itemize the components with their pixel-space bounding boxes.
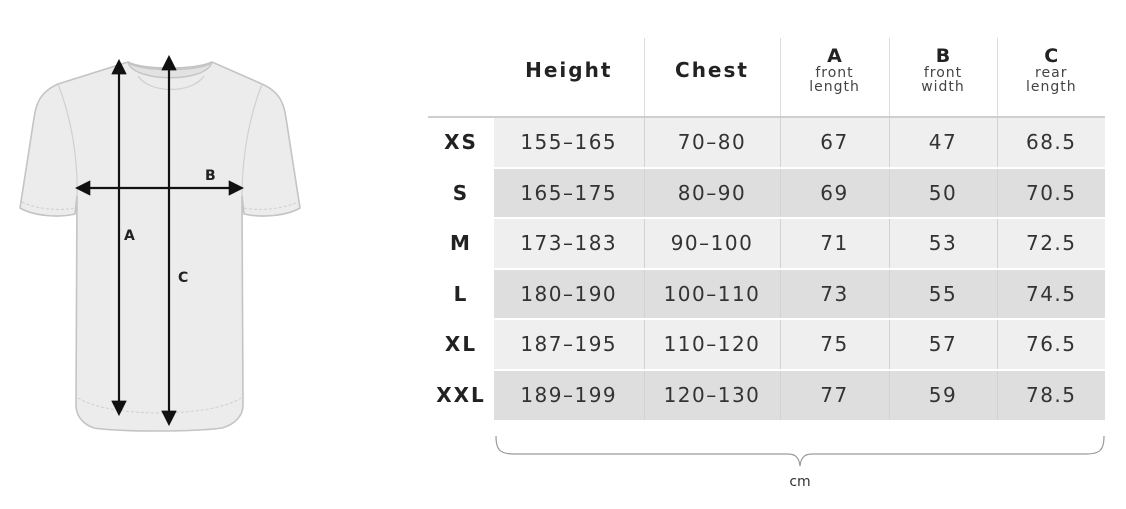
b-cell: 57 (888, 319, 997, 370)
table-row: XL 187–195 110–120 75 57 76.5 (428, 319, 1105, 370)
a-cell: 67 (779, 117, 889, 168)
size-cell: XS (428, 117, 494, 168)
c-cell: 68.5 (996, 117, 1105, 168)
a-cell: 75 (779, 319, 889, 370)
header-chest: Chest (643, 38, 780, 117)
c-cell: 78.5 (996, 369, 1105, 420)
height-cell: 173–183 (494, 218, 644, 269)
header-b: B front width (888, 38, 997, 117)
chest-cell: 80–90 (643, 167, 780, 218)
chest-cell: 90–100 (643, 218, 780, 269)
header-a-line2: length (809, 79, 860, 95)
header-size (428, 38, 494, 117)
header-height: Height (494, 38, 644, 117)
label-a: A (124, 228, 135, 244)
header-c-letter: C (1044, 45, 1059, 67)
a-cell: 77 (779, 369, 889, 420)
label-c: C (178, 270, 188, 286)
b-cell: 50 (888, 167, 997, 218)
size-cell: S (428, 167, 494, 218)
table-row: S 165–175 80–90 69 50 70.5 (428, 167, 1105, 218)
size-cell: XXL (428, 369, 494, 420)
table-row: L 180–190 100–110 73 55 74.5 (428, 268, 1105, 319)
a-cell: 71 (779, 218, 889, 269)
size-cell: L (428, 268, 494, 319)
header-c-line2: length (1025, 79, 1077, 95)
header-c-line1: rear (1035, 65, 1068, 81)
tshirt-illustration: A C B (19, 54, 301, 432)
header-a-letter: A (827, 45, 842, 67)
b-cell: 55 (888, 268, 997, 319)
chest-cell: 110–120 (643, 319, 780, 370)
header-b-line2: width (921, 79, 965, 95)
chest-cell: 70–80 (643, 117, 780, 168)
unit-label: cm (789, 474, 811, 490)
a-cell: 73 (779, 268, 889, 319)
c-cell: 72.5 (996, 218, 1105, 269)
height-cell: 165–175 (494, 167, 644, 218)
tshirt-body (19, 61, 301, 432)
label-b: B (205, 168, 216, 184)
c-cell: 76.5 (996, 319, 1105, 370)
table-row: XS 155–165 70–80 67 47 68.5 (428, 117, 1105, 168)
header-c: C rear length (996, 38, 1105, 117)
size-chart-table: Height Chest A front length B front widt… (428, 38, 1105, 420)
c-cell: 74.5 (996, 268, 1105, 319)
height-cell: 180–190 (494, 268, 644, 319)
b-cell: 59 (888, 369, 997, 420)
header-a-line1: front (815, 65, 854, 81)
header-a: A front length (779, 38, 889, 117)
b-cell: 53 (888, 218, 997, 269)
brace-icon (495, 435, 1105, 467)
chest-cell: 100–110 (643, 268, 780, 319)
height-cell: 187–195 (494, 319, 644, 370)
unit-brace: cm (494, 428, 1106, 498)
chest-cell: 120–130 (643, 369, 780, 420)
table-row: XXL 189–199 120–130 77 59 78.5 (428, 369, 1105, 420)
table-header-row: Height Chest A front length B front widt… (428, 38, 1105, 117)
height-cell: 155–165 (494, 117, 644, 168)
c-cell: 70.5 (996, 167, 1105, 218)
header-chest-label: Chest (675, 58, 749, 82)
header-b-letter: B (935, 45, 951, 67)
table-row: M 173–183 90–100 71 53 72.5 (428, 218, 1105, 269)
size-cell: M (428, 218, 494, 269)
b-cell: 47 (888, 117, 997, 168)
tshirt-diagram: A C B (0, 0, 320, 509)
height-cell: 189–199 (494, 369, 644, 420)
header-height-label: Height (525, 58, 613, 82)
header-b-line1: front (923, 65, 963, 81)
a-cell: 69 (779, 167, 889, 218)
size-cell: XL (428, 319, 494, 370)
